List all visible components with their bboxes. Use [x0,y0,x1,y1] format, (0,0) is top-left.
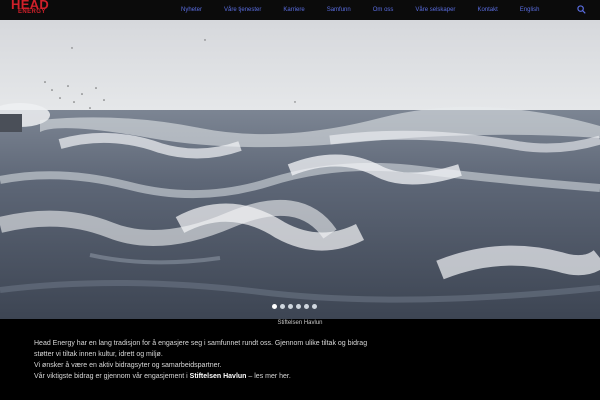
nav-item-selskaper[interactable]: Våre selskaper [415,7,455,13]
body-text: Head Energy har en lang tradisjon for å … [34,338,554,382]
nav-item-karriere[interactable]: Karriere [283,7,304,13]
carousel-dot[interactable] [296,304,301,309]
carousel-dot[interactable] [312,304,317,309]
body-line-4-post: – les mer her. [248,373,291,380]
main-nav: Nyheter Våre tjenester Karriere Samfunn … [170,0,600,20]
carousel-dot[interactable] [304,304,309,309]
body-line-2: støtter vi tiltak innen kultur, idrett o… [34,351,163,358]
head-energy-logo[interactable]: HEAD ENERGY [11,0,49,15]
body-line-4: Vår viktigste bidrag er gjennom vår enga… [34,371,554,382]
body-line-1: Head Energy har en lang tradisjon for å … [34,340,368,347]
nav-item-samfunn[interactable]: Samfunn [327,7,351,13]
nav-item-nyheter[interactable]: Nyheter [181,7,202,13]
carousel-dot[interactable] [288,304,293,309]
sea-waves-illustration [0,20,600,319]
body-line-3: Vi ønsker å være en aktiv bidragsyter og… [34,362,222,369]
hero-image-stormy-sea [0,20,600,319]
nav-item-om-oss[interactable]: Om oss [373,7,394,13]
nav-item-kontakt[interactable]: Kontakt [477,7,497,13]
carousel-dots [272,304,317,309]
top-navigation-bar: HEAD ENERGY Nyheter Våre tjenester Karri… [0,0,600,20]
body-line-4-pre: Vår viktigste bidrag er gjennom vår enga… [34,373,188,380]
carousel-dot[interactable] [280,304,285,309]
search-icon[interactable] [577,5,586,14]
havlun-link[interactable]: Stiftelsen Havlun [190,373,247,380]
hero-caption: Stiftelsen Havlun [277,320,323,326]
carousel-dot[interactable] [272,304,277,309]
nav-item-english[interactable]: English [520,7,540,13]
nav-item-tjenester[interactable]: Våre tjenester [224,7,261,13]
logo-text-energy: ENERGY [18,9,46,15]
